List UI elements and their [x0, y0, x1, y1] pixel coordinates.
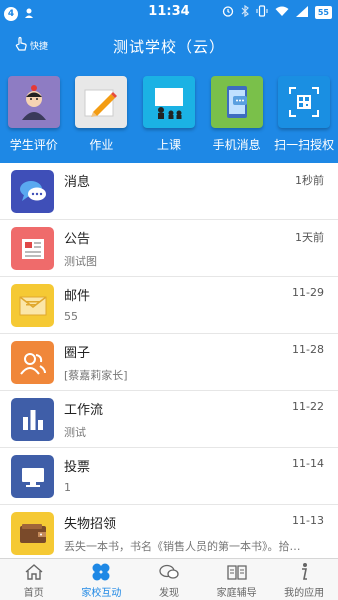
module-list: 消息 1秒前 公告 测试图 1天前 邮件 55 11-29 圈子 [蔡嘉莉家长]…: [0, 163, 338, 558]
item-title: 投票: [64, 460, 91, 475]
tab-label: 我的应用: [284, 588, 325, 599]
shortcut-label: 上课: [156, 138, 181, 152]
item-time: 1秒前: [295, 174, 324, 187]
tab-label: 首页: [23, 588, 44, 599]
tab-label: 家校互动: [81, 588, 122, 599]
item-time: 11-22: [292, 400, 324, 413]
clover-icon: [90, 562, 112, 582]
item-time: 11-29: [292, 286, 324, 299]
item-time: 11-14: [292, 457, 324, 470]
shortcut-scan[interactable]: 扫一扫授权: [271, 76, 337, 156]
tab-my-apps[interactable]: 我的应用: [270, 559, 338, 600]
item-title: 失物招领: [64, 517, 117, 532]
title-bar: 快捷 测试学校（云）: [0, 24, 338, 68]
shortcut-homework[interactable]: 作业: [68, 76, 134, 156]
signal-icon: [295, 5, 308, 20]
tab-family-tutoring[interactable]: 家庭辅导: [203, 559, 271, 600]
item-time: 1天前: [295, 231, 324, 244]
shortcut-label: 作业: [89, 138, 114, 152]
item-preview: 丢失一本书，书名《销售人员的第一本书》。拾…: [64, 540, 301, 553]
item-time: 11-28: [292, 343, 324, 356]
shortcut-label: 手机消息: [212, 138, 261, 152]
home-icon: [23, 562, 45, 582]
status-bar: 4 11:34 55: [0, 0, 338, 24]
list-item-message[interactable]: 消息 1秒前: [0, 163, 338, 220]
tab-home-school[interactable]: 家校互动: [68, 559, 136, 600]
vote-monitor-icon: [11, 455, 54, 498]
header-area: 4 11:34 55 快捷 测试学校（云） 学生评价 作业 上课 手机消息 扫一…: [0, 0, 338, 163]
list-item-announcement[interactable]: 公告 测试图 1天前: [0, 220, 338, 277]
phone-message-icon: [210, 76, 263, 128]
homework-pencil-icon: [75, 76, 128, 128]
class-teacher-icon: [142, 76, 195, 128]
page-title: 测试学校（云）: [112, 38, 225, 56]
tab-home[interactable]: 首页: [0, 559, 68, 600]
student-evaluation-icon: [7, 76, 60, 128]
lost-found-wallet-icon: [11, 512, 54, 555]
discover-bubble-icon: [158, 562, 180, 582]
item-time: 11-13: [292, 514, 324, 527]
list-item-mail[interactable]: 邮件 55 11-29: [0, 277, 338, 334]
tab-label: 家庭辅导: [216, 588, 257, 599]
mail-icon: [11, 284, 54, 327]
bluetooth-icon: [241, 4, 249, 20]
shortcut-bar: 学生评价 作业 上课 手机消息 扫一扫授权: [0, 76, 338, 156]
shortcut-label: 扫一扫授权: [274, 138, 335, 152]
item-title: 公告: [64, 232, 91, 247]
item-preview: 测试: [64, 426, 86, 439]
alarm-icon: [222, 5, 234, 20]
shortcut-label: 学生评价: [9, 138, 58, 152]
announcement-icon: [11, 227, 54, 270]
shortcut-phone-message[interactable]: 手机消息: [204, 76, 270, 156]
shortcut-student-evaluation[interactable]: 学生评价: [1, 76, 67, 156]
tab-discover[interactable]: 发现: [135, 559, 203, 600]
item-title: 邮件: [64, 289, 91, 304]
bottom-tab-bar: 首页 家校互动 发现 家庭辅导 我的应用: [0, 558, 338, 600]
battery-indicator: 55: [314, 6, 332, 19]
wifi-icon: [275, 6, 289, 20]
vibrate-icon: [256, 5, 268, 20]
book-icon: [226, 562, 248, 582]
item-title: 消息: [64, 175, 91, 190]
circle-people-icon: [11, 341, 54, 384]
item-preview: [蔡嘉莉家长]: [64, 369, 128, 382]
chat-bubble-icon: [11, 170, 54, 213]
list-item-vote[interactable]: 投票 1 11-14: [0, 448, 338, 505]
list-item-workflow[interactable]: 工作流 测试 11-22: [0, 391, 338, 448]
item-preview: 测试图: [64, 255, 97, 268]
workflow-chart-icon: [11, 398, 54, 441]
list-item-circle[interactable]: 圈子 [蔡嘉莉家长] 11-28: [0, 334, 338, 391]
item-preview: 55: [64, 310, 78, 323]
item-title: 工作流: [64, 403, 104, 418]
item-title: 圈子: [64, 346, 91, 361]
shortcut-class[interactable]: 上课: [136, 76, 202, 156]
qr-scan-icon: [278, 76, 331, 128]
tab-label: 发现: [158, 588, 179, 599]
info-icon: [293, 562, 315, 582]
item-preview: 1: [64, 481, 71, 494]
list-item-lost-found[interactable]: 失物招领 丢失一本书，书名《销售人员的第一本书》。拾… 11-13: [0, 505, 338, 558]
